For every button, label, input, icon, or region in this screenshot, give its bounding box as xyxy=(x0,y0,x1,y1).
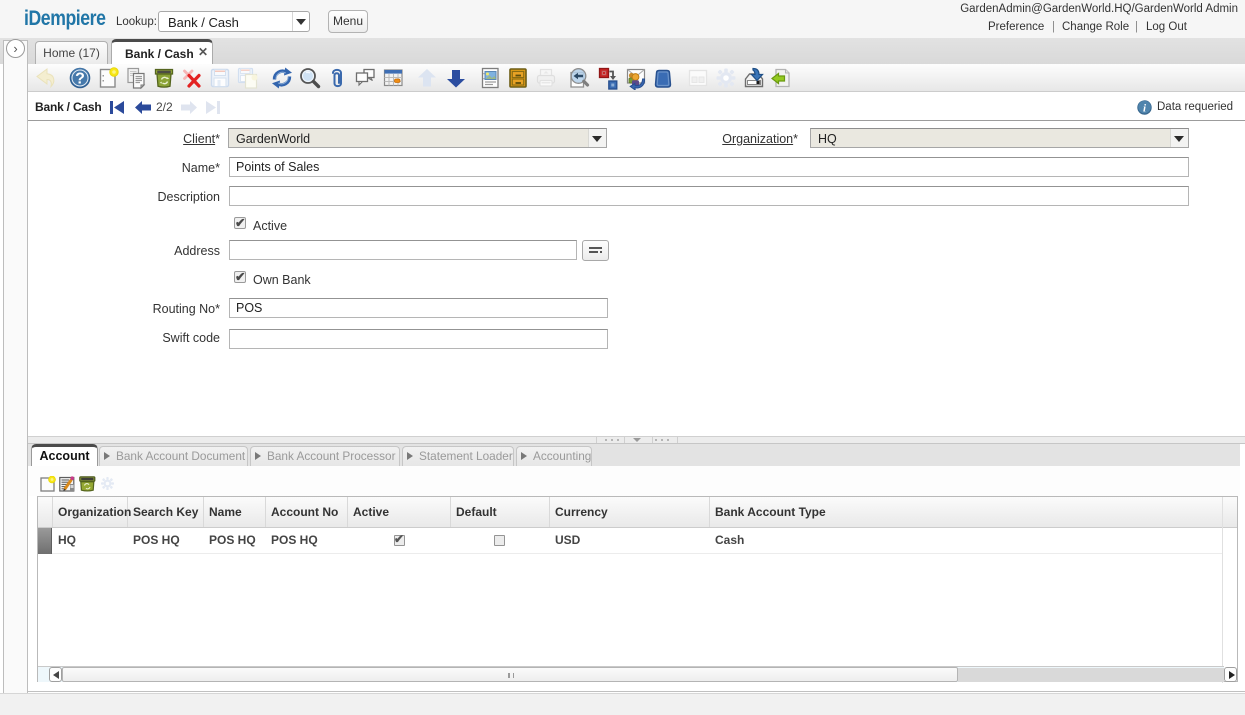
svg-text:?: ? xyxy=(75,71,85,88)
